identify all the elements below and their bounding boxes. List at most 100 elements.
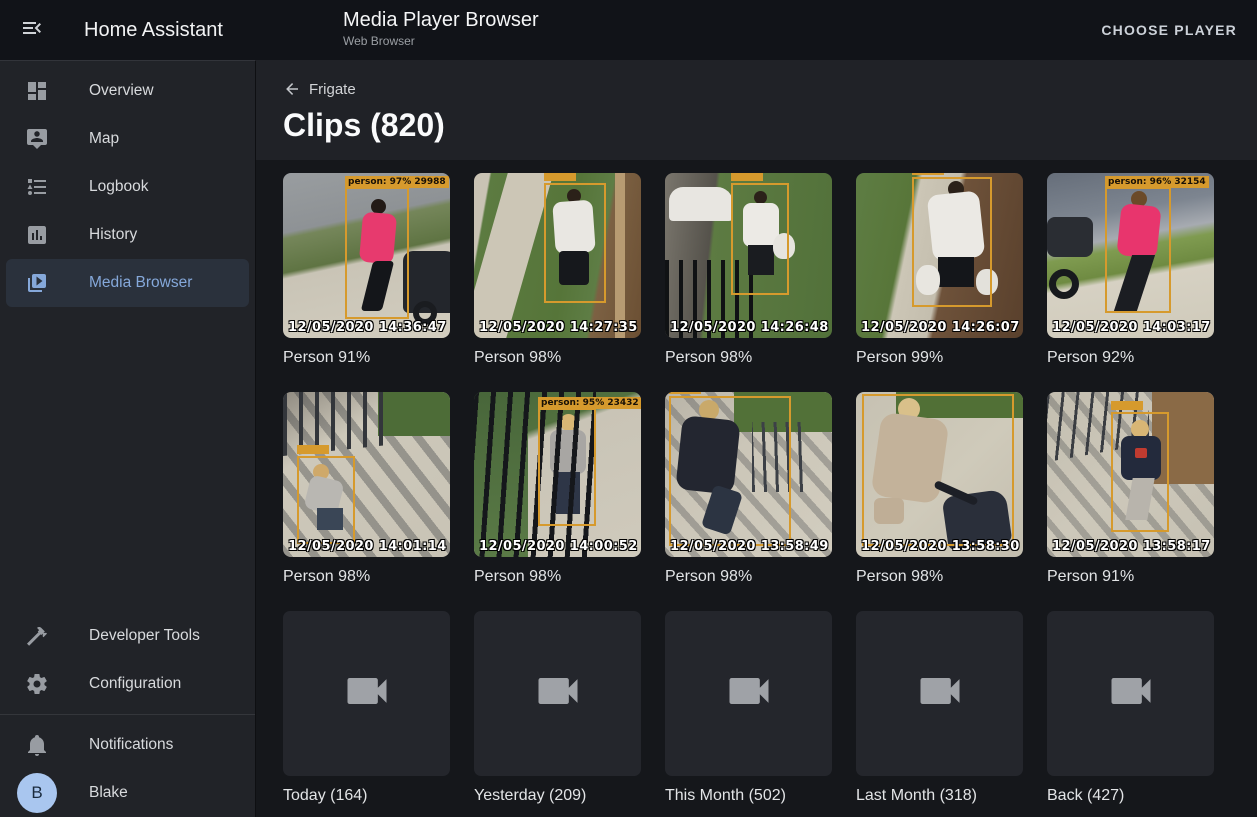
- sidebar-divider: [0, 714, 255, 715]
- clip-thumbnail: 12/05/2020 14:26:48: [665, 173, 832, 338]
- clip-card[interactable]: person: 96% 32154 12/05/2020 14:03:17 Pe…: [1047, 173, 1214, 367]
- detection-bbox: [862, 394, 1014, 546]
- video-camera-icon: [341, 665, 393, 722]
- detection-label: [912, 173, 944, 175]
- detection-label: [297, 445, 329, 454]
- gear-icon: [25, 672, 49, 696]
- sidebar-item-label: Developer Tools: [89, 627, 200, 645]
- detection-bbox: person: 96% 32154: [1105, 187, 1171, 313]
- detection-bbox: person: 97% 29988: [345, 187, 409, 319]
- sidebar-item-media-browser[interactable]: Media Browser: [6, 259, 249, 307]
- folder-card-yesterday[interactable]: Yesterday (209): [474, 611, 641, 805]
- clip-timestamp: 12/05/2020 14:26:48: [670, 320, 829, 335]
- folder-thumbnail: [1047, 611, 1214, 776]
- clip-label: Person 99%: [856, 349, 1023, 367]
- sidebar-spacer: [0, 307, 255, 612]
- detection-bbox: [731, 183, 789, 295]
- folder-thumbnail: [856, 611, 1023, 776]
- clip-card[interactable]: 12/05/2020 14:27:35 Person 98%: [474, 173, 641, 367]
- clip-timestamp: 12/05/2020 13:58:49: [670, 539, 829, 554]
- sidebar-item-label: Configuration: [89, 675, 181, 693]
- clip-label: Person 98%: [283, 568, 450, 586]
- bell-icon: [25, 733, 49, 757]
- detection-label: [1111, 401, 1143, 410]
- sidebar: Overview Map Logbook History Media Brows…: [0, 60, 256, 817]
- hammer-icon: [25, 624, 49, 648]
- sidebar-item-label: Media Browser: [89, 274, 192, 292]
- main-content: Frigate Clips (820) person: 97% 29988 12…: [256, 60, 1257, 817]
- detection-bbox: person: 95% 23432: [538, 408, 596, 526]
- scene-shape: [615, 173, 625, 338]
- detection-label: [544, 173, 576, 181]
- sidebar-item-history[interactable]: History: [6, 211, 249, 259]
- detection-bbox: [669, 396, 791, 546]
- clip-label: Person 98%: [474, 349, 641, 367]
- panel-subtitle: Web Browser: [343, 34, 539, 48]
- clip-card[interactable]: 12/05/2020 14:01:14 Person 98%: [283, 392, 450, 586]
- sidebar-item-logbook[interactable]: Logbook: [6, 163, 249, 211]
- detection-label: person: 96% 32154: [1105, 176, 1209, 188]
- sidebar-item-map[interactable]: Map: [6, 115, 249, 163]
- clip-thumbnail: person: 95% 23432 12/05/2020 14:00:52: [474, 392, 641, 557]
- detection-label: person: 95% 23432: [538, 397, 641, 409]
- clips-grid: person: 97% 29988 12/05/2020 14:36:47 Pe…: [256, 160, 1257, 817]
- breadcrumb-back[interactable]: Frigate: [283, 80, 356, 98]
- sidebar-item-developer-tools[interactable]: Developer Tools: [6, 612, 249, 660]
- sidebar-item-label: Map: [89, 130, 119, 148]
- list-bulleted-icon: [25, 175, 49, 199]
- sidebar-item-label: Overview: [89, 82, 154, 100]
- menu-open-icon: [20, 16, 44, 45]
- clip-card[interactable]: 12/05/2020 13:58:30 Person 98%: [856, 392, 1023, 586]
- sidebar-item-label: History: [89, 226, 137, 244]
- clip-card[interactable]: 12/05/2020 13:58:17 Person 91%: [1047, 392, 1214, 586]
- clip-card[interactable]: person: 97% 29988 12/05/2020 14:36:47 Pe…: [283, 173, 450, 367]
- clip-label: Person 91%: [283, 349, 450, 367]
- video-camera-icon: [532, 665, 584, 722]
- clip-thumbnail: person: 96% 32154 12/05/2020 14:03:17: [1047, 173, 1214, 338]
- folder-card-back[interactable]: Back (427): [1047, 611, 1214, 805]
- scene-shape: [1049, 269, 1079, 299]
- page-title: Clips (820): [283, 107, 1257, 144]
- clip-timestamp: 12/05/2020 14:01:14: [288, 539, 447, 554]
- sidebar-item-profile[interactable]: B Blake: [6, 769, 249, 817]
- clip-label: Person 98%: [665, 349, 832, 367]
- panel-title: Media Player Browser: [343, 8, 539, 32]
- folder-card-this-month[interactable]: This Month (502): [665, 611, 832, 805]
- video-camera-icon: [1105, 665, 1157, 722]
- clip-thumbnail: 12/05/2020 14:27:35: [474, 173, 641, 338]
- clip-card[interactable]: 12/05/2020 13:58:49 Person 98%: [665, 392, 832, 586]
- clip-timestamp: 12/05/2020 14:27:35: [479, 320, 638, 335]
- scene-shape: [474, 173, 554, 338]
- clip-label: Person 98%: [665, 568, 832, 586]
- folder-label: Today (164): [283, 787, 450, 805]
- clip-label: Person 92%: [1047, 349, 1214, 367]
- chart-box-icon: [25, 223, 49, 247]
- clip-card[interactable]: person: 95% 23432 12/05/2020 14:00:52 Pe…: [474, 392, 641, 586]
- clip-timestamp: 12/05/2020 14:26:07: [861, 320, 1020, 335]
- clip-card[interactable]: 12/05/2020 14:26:48 Person 98%: [665, 173, 832, 367]
- breadcrumb-label: Frigate: [309, 81, 356, 98]
- folder-thumbnail: [474, 611, 641, 776]
- folder-card-last-month[interactable]: Last Month (318): [856, 611, 1023, 805]
- scene-shape: [1047, 217, 1093, 257]
- clip-label: Person 91%: [1047, 568, 1214, 586]
- content-header: Frigate Clips (820): [256, 60, 1257, 160]
- folder-thumbnail: [665, 611, 832, 776]
- folder-card-today[interactable]: Today (164): [283, 611, 450, 805]
- clip-label: Person 98%: [474, 568, 641, 586]
- clip-timestamp: 12/05/2020 14:00:52: [479, 539, 638, 554]
- avatar: B: [17, 773, 57, 813]
- clip-timestamp: 12/05/2020 14:36:47: [288, 320, 447, 335]
- sidebar-toggle-button[interactable]: [8, 6, 56, 54]
- folder-label: Last Month (318): [856, 787, 1023, 805]
- clip-timestamp: 12/05/2020 13:58:17: [1052, 539, 1211, 554]
- clip-card[interactable]: 12/05/2020 14:26:07 Person 99%: [856, 173, 1023, 367]
- sidebar-item-notifications[interactable]: Notifications: [6, 721, 249, 769]
- folder-label: This Month (502): [665, 787, 832, 805]
- detection-label: [731, 173, 763, 181]
- view-dashboard-icon: [25, 79, 49, 103]
- sidebar-item-overview[interactable]: Overview: [6, 67, 249, 115]
- sidebar-item-configuration[interactable]: Configuration: [6, 660, 249, 708]
- clip-thumbnail: 12/05/2020 13:58:49: [665, 392, 832, 557]
- choose-player-button[interactable]: CHOOSE PLAYER: [1101, 0, 1237, 60]
